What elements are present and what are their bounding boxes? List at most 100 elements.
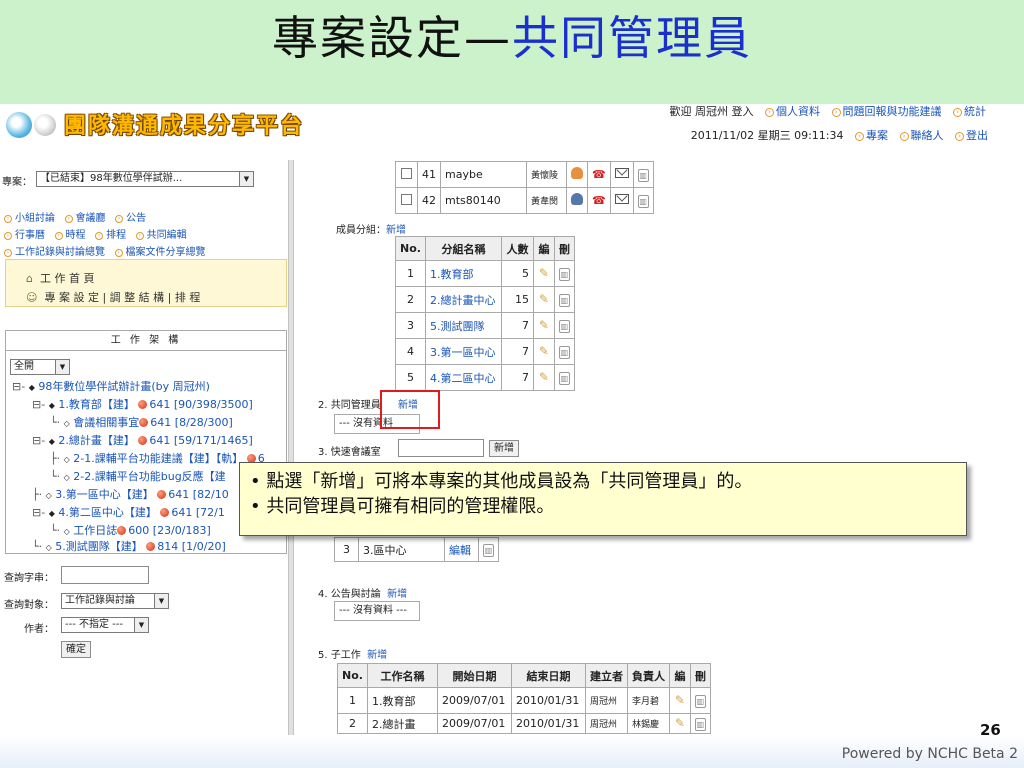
table-row: 4 3.第一區中心 7 ✎ ▥ [395,338,575,365]
user-female-icon [571,167,583,179]
edit-icon: ✎ [538,344,549,358]
table-row: 1 1.教育部 5 ✎ ▥ [395,260,575,287]
table-row: 41 maybe 黃懷陵 ☎ ▥ [395,161,654,188]
trash-icon: ▥ [637,194,649,208]
table-row: 2 2.總計畫 2009/07/01 2010/01/31 周冠州 林錫慶 ✎ ▥ [337,713,711,734]
top-links-row2: 2011/11/02 星期三 09:11:34 › 專案 › 聯絡人 › 登出 [691,128,988,144]
tree-node[interactable]: └· ◇ 工作日誌 600 [23/0/183] [50,522,211,538]
group-link[interactable]: 2.總計畫中心 [430,294,496,307]
logo-text: 團隊溝通成果分享平台 [64,114,305,139]
arrow-circle-icon: › [4,249,12,257]
status-dot-icon [138,400,148,409]
work-structure-title: 工 作 架 構 [6,331,286,351]
room-edit-link[interactable]: 編輯 [449,544,471,557]
member-checkbox[interactable] [401,167,412,179]
table-header: No. 分組名稱 人數 編 刪 [395,236,575,261]
profile-link[interactable]: › 個人資料 [765,104,820,120]
trash-icon: ▥ [637,168,649,182]
confirm-button[interactable]: 確定 [61,641,91,658]
quick-meeting-input[interactable] [398,439,484,457]
project-select[interactable]: 【已結束】98年數位學伴試辦... ▼ [36,171,254,187]
edit-icon: ✎ [538,318,549,332]
group-discussion-link[interactable]: › 小組討論 [4,213,55,224]
arrow-circle-icon: › [95,232,104,240]
contacts-link[interactable]: › 聯絡人 [899,128,944,144]
calendar-link[interactable]: › 行事曆 [4,230,45,241]
callout-line1: • 點選「新增」可將本專案的其他成員設為「共同管理員」的。 [250,471,753,492]
meeting-hall-link[interactable]: › 會議廳 [64,213,106,224]
table-row: 42 mts80140 黃韋閔 ☎ ▥ [395,187,654,214]
add-sub-task-link[interactable]: 新增 [367,650,387,661]
callout-box: • 點選「新增」可將本專案的其他成員設為「共同管理員」的。 • 共同管理員可擁有… [239,462,967,536]
mail-icon [614,168,629,178]
arrow-circle-icon: › [64,215,73,223]
trash-icon: ▥ [558,371,570,385]
edit-icon: ✎ [538,370,549,384]
work-log-overview-link[interactable]: › 工作記錄與討論總覽 [4,247,105,258]
schedule-link[interactable]: › 時程 [54,230,86,241]
tree-node[interactable]: ⊟- ◆ 4.第二區中心【建】 641 [72/1 [32,504,225,520]
slide-title: 專案設定—共同管理員 [272,8,752,68]
chevron-down-icon: ▼ [154,594,168,608]
tree-node[interactable]: ⊟- ◆ 1.教育部【建】 641 [90/398/3500] [32,396,253,412]
tree-expand-select[interactable]: 全開 ▼ [10,359,70,375]
arrow-circle-icon: › [831,108,841,117]
trash-icon: ▥ [483,543,494,557]
tree-node[interactable]: └· ◇ 會議相關事宜 641 [8/28/300] [50,414,233,430]
top-links-row1: 歡迎 周冠州 登入 › 個人資料 › 問題回報與功能建議 › 統計 [670,104,987,120]
work-menu-box: ⌂ 工 作 首 頁 ☺ 專 案 設 定 | 調 整 結 構 | 排 程 [5,259,287,307]
tree-node-root[interactable]: ⊟- ◆ 98年數位學伴試辦計畫(by 周冠州) [12,378,210,394]
arrow-circle-icon: › [114,249,123,257]
member-checkbox[interactable] [401,193,412,205]
trash-icon: ▥ [694,717,706,731]
project-link[interactable]: › 專案 [855,128,888,144]
group-label: 成員分組：新增 [336,225,406,236]
app-logo[interactable]: 團隊溝通成果分享平台 [6,108,326,142]
welcome-text: 歡迎 周冠州 登入 [669,105,754,118]
author-select[interactable]: --- 不指定 --- ▼ [61,617,149,633]
feedback-link[interactable]: › 問題回報與功能建議 [831,104,942,120]
add-group-link[interactable]: 新增 [386,225,406,236]
work-home-link[interactable]: ⌂ 工 作 首 頁 [26,270,94,286]
logout-link[interactable]: › 登出 [955,128,988,144]
tree-node[interactable]: ├· ◇ 3.第一區中心【建】 641 [82/10 [32,486,229,502]
panel-splitter[interactable] [288,160,294,735]
table-row: 1 1.教育部 2009/07/01 2010/01/31 周冠州 李月碧 ✎ ▥ [337,687,711,714]
powered-by-text: Powered by NCHC Beta 2 [841,746,1018,762]
quick-meeting-add-button[interactable]: 新增 [489,440,519,457]
arrow-circle-icon: › [765,108,774,117]
tree-node[interactable]: ⊟- ◆ 2.總計畫【建】 641 [59/171/1465] [32,432,253,448]
user-male-icon [571,193,583,205]
target-select[interactable]: 工作記錄與討論 ▼ [61,593,169,609]
announcement-link[interactable]: › 公告 [115,213,146,224]
search-label: 查詢字串： [4,573,54,584]
arrow-circle-icon: › [955,132,964,141]
arrow-circle-icon: › [953,108,962,117]
project-settings-link[interactable]: ☺ 專 案 設 定 | 調 整 結 構 | 排 程 [26,289,200,305]
trash-icon: ▥ [558,345,570,359]
author-label: 作者： [24,624,54,635]
arrange-link[interactable]: › 排程 [95,230,126,241]
search-input[interactable] [61,566,149,584]
group-link[interactable]: 5.測試團隊 [430,320,485,333]
table-row: 5 4.第二區中心 7 ✎ ▥ [395,364,575,391]
group-link[interactable]: 3.第一區中心 [430,346,496,359]
trash-icon: ▥ [558,267,570,281]
quick-meeting-label: 3. 快速會議室 [318,447,381,458]
tree-node[interactable]: ├· ◇ 2-1.課輔平台功能建議【建】【軌】 6 [50,450,265,466]
file-share-overview-link[interactable]: › 檔案文件分享總覽 [114,247,206,258]
co-edit-link[interactable]: › 共同編輯 [135,230,187,241]
group-link[interactable]: 4.第二區中心 [430,372,496,385]
trash-icon: ▥ [694,694,706,708]
add-announce-link[interactable]: 新增 [387,589,407,600]
highlight-box [380,390,440,429]
group-link[interactable]: 1.教育部 [430,268,474,281]
tree-node[interactable]: └· ◇ 2-2.課輔平台功能bug反應【建 [50,468,226,484]
chevron-down-icon: ▼ [55,360,69,374]
stats-link[interactable]: › 統計 [953,104,986,120]
table-row: 2 2.總計畫中心 15 ✎ ▥ [395,286,575,313]
tree-node[interactable]: └· ◇ 5.測試團隊【建】 814 [1/0/20] [32,538,226,554]
phone-icon: ☎ [592,168,606,181]
nav-links-line2: › 行事曆 › 時程 › 排程 › 共同編輯 [4,226,187,241]
arrow-circle-icon: › [4,215,12,223]
